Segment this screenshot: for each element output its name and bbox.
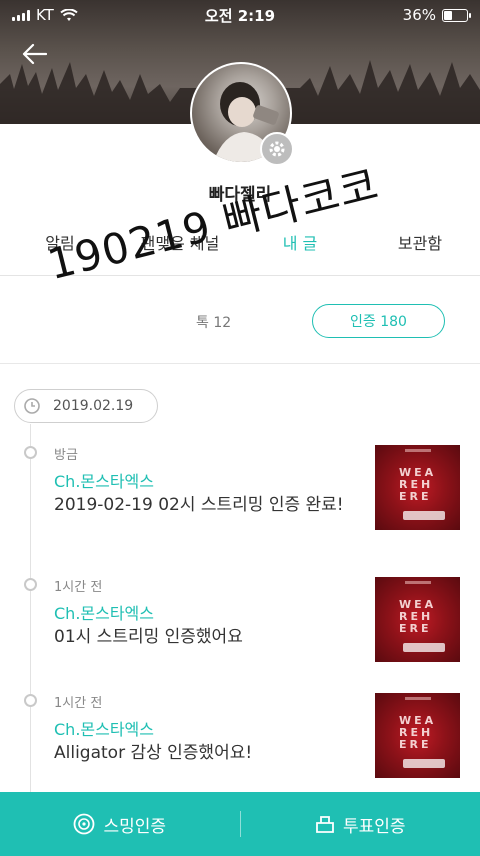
tab-my-posts[interactable]: 내 글 [240,226,360,275]
wifi-icon [60,8,78,21]
item-time: 1시간 전 [54,580,103,595]
vote-cert-button[interactable]: 투표인증 [241,812,480,837]
battery-percent: 36% [402,6,436,24]
signal-icon [12,9,30,21]
profile-avatar-wrap [190,62,294,166]
tab-notifications[interactable]: 알림 [0,226,120,275]
album-title: WEAREHERE [399,714,437,751]
certification-count-button[interactable]: 인증 180 [312,304,445,338]
profile-tabs: 알림 팬맺은 채널 내 글 보관함 [0,226,480,276]
back-button[interactable] [18,40,50,68]
status-bar: KT 오전 2:19 36% [0,0,480,30]
timeline-line [30,424,31,804]
album-title: WEAREHERE [399,598,437,635]
clock: 오전 2:19 [204,6,276,25]
clock-icon [24,398,40,414]
profile-nickname: 빠다젤리 [208,185,272,205]
item-text: 2019-02-19 02시 스트리밍 인증 완료! [54,495,344,515]
talk-count[interactable]: 톡 12 [196,312,231,332]
battery-fill [444,10,452,20]
item-time: 방금 [54,448,78,463]
item-text: Alligator 감상 인증했어요! [54,743,253,763]
tab-fan-channels[interactable]: 팬맺은 채널 [120,226,240,275]
timeline-dot [24,446,37,459]
album-label-strip [403,511,445,520]
item-text: 01시 스트리밍 인증했어요 [54,627,243,647]
item-channel-link[interactable]: Ch.몬스타엑스 [54,468,154,492]
date-label: 2019.02.19 [53,398,134,414]
album-thumbnail[interactable]: WEAREHERE [375,445,460,530]
bottom-action-bar: 스밍인증 투표인증 [0,792,480,856]
arrow-left-icon [22,43,47,65]
gear-icon [269,141,285,157]
album-label-strip [403,643,445,652]
album-label-strip [403,759,445,768]
album-logo [405,581,431,584]
battery-icon [442,8,471,22]
date-filter[interactable]: 2019.02.19 [14,389,158,423]
streaming-cert-button[interactable]: 스밍인증 [0,812,240,837]
item-channel-link[interactable]: Ch.몬스타엑스 [54,600,154,624]
disc-icon [74,813,95,835]
item-channel-link[interactable]: Ch.몬스타엑스 [54,716,154,740]
album-logo [405,449,431,452]
streaming-cert-label: 스밍인증 [103,816,167,837]
album-thumbnail[interactable]: WEAREHERE [375,577,460,662]
tab-archive[interactable]: 보관함 [360,226,480,275]
album-title: WEAREHERE [399,466,437,503]
profile-settings-button[interactable] [260,132,294,166]
item-time: 1시간 전 [54,696,103,711]
vote-cert-label: 투표인증 [342,816,406,837]
album-logo [405,697,431,700]
carrier-label: KT [36,6,54,24]
album-thumbnail[interactable]: WEAREHERE [375,693,460,778]
ballot-icon [316,816,334,833]
timeline-dot [24,694,37,707]
timeline-dot [24,578,37,591]
